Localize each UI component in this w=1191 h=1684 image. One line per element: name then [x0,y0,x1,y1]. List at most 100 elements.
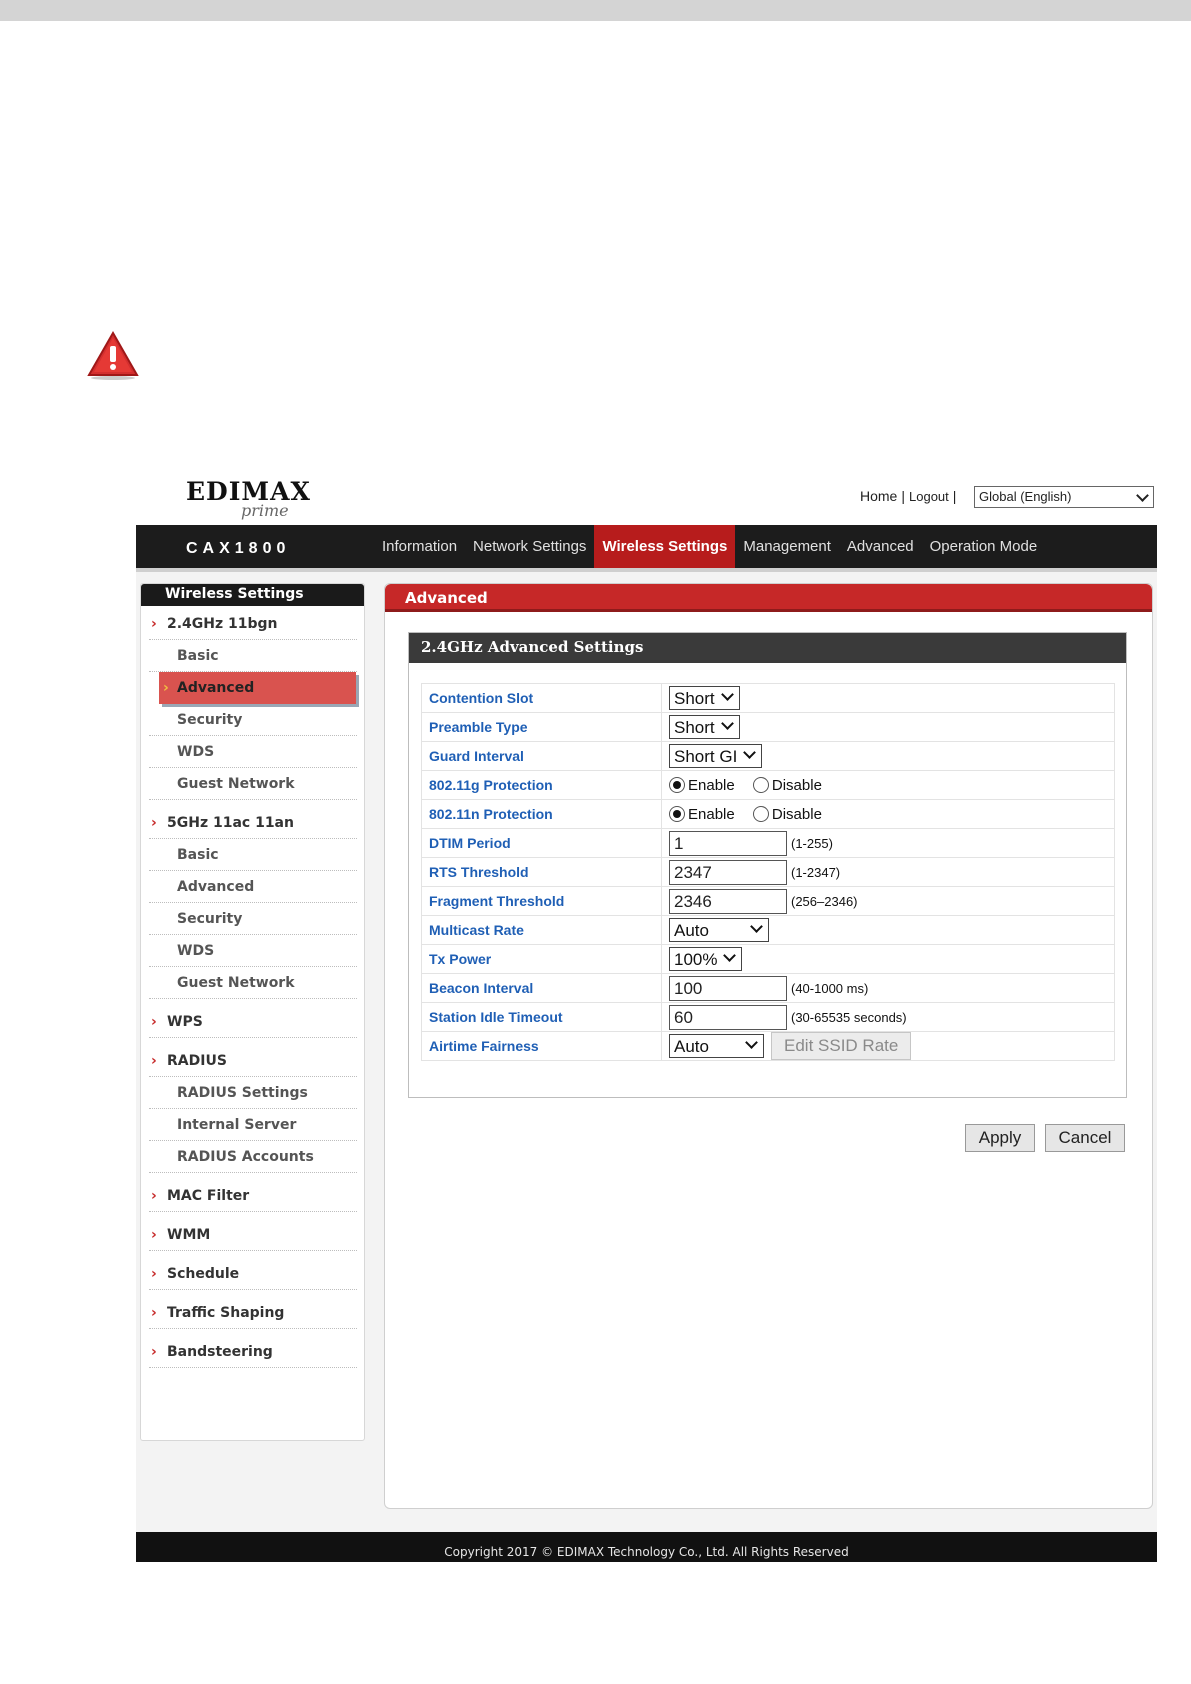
station-idle-timeout-hint: (30-65535 seconds) [791,1009,907,1025]
sidebar-item-security[interactable]: Security [149,903,357,935]
language-select[interactable]: Global (English) [974,486,1154,508]
sidebar: Wireless Settings › 2.4GHz 11bgn Basic › Adv… [140,583,365,1441]
n-protection-disable-radio[interactable] [752,806,769,823]
n-protection-label: 802.11n Protection [421,799,662,829]
select-value: Short [674,689,715,708]
chevron-right-icon: › [151,1227,157,1243]
table-row: Contention Slot Short [421,683,1115,713]
sidebar-item-radius-accounts[interactable]: RADIUS Accounts [149,1141,357,1173]
g-protection-disable-radio[interactable] [752,777,769,794]
sidebar-item-traffic-shaping[interactable]: › Traffic Shaping [149,1297,357,1329]
logout-link[interactable]: Logout [909,489,949,504]
sidebar-title: Wireless Settings [141,584,364,606]
sidebar-item-label: WMM [167,1227,211,1243]
settings-table: Contention Slot Short Preamble Type Shor… [421,683,1115,1061]
sidebar-item-label: Guest Network [177,975,295,991]
radio-label: Enable [688,805,735,823]
model-name: CAX1800 [186,540,291,557]
sidebar-item-wmm[interactable]: › WMM [149,1219,357,1251]
sidebar-item-label: WDS [177,943,215,959]
home-link[interactable]: Home [860,488,897,504]
sidebar-item-label: Schedule [167,1266,240,1282]
sidebar-item-5ghz-11ac-11an[interactable]: › 5GHz 11ac 11an [149,807,357,839]
sidebar-item-bandsteering[interactable]: › Bandsteering [149,1336,357,1368]
beacon-interval-input[interactable]: 100 [669,975,787,1001]
sidebar-item-security[interactable]: Security [149,704,357,736]
sidebar-item-label: Bandsteering [167,1344,273,1360]
sidebar-item-guest-network[interactable]: Guest Network [149,967,357,999]
cancel-button[interactable]: Cancel [1045,1124,1125,1152]
chevron-down-icon [745,1036,758,1049]
sidebar-item-radius[interactable]: › RADIUS [149,1045,357,1077]
table-row: Guard Interval Short GI [421,741,1115,771]
sidebar-item-wds[interactable]: WDS [149,736,357,768]
chevron-right-icon: › [151,1266,157,1282]
panel-title: 2.4GHz Advanced Settings [409,633,1126,663]
chevron-down-icon [720,688,734,701]
edit-ssid-rate-button[interactable]: Edit SSID Rate [771,1032,912,1060]
sidebar-item-advanced[interactable]: › Advanced [159,672,356,704]
sidebar-item-label: Basic [177,648,219,664]
g-protection-enable-radio[interactable] [669,777,685,794]
dtim-period-hint: (1-255) [791,835,833,851]
chevron-right-icon: › [151,815,157,831]
tab-management[interactable]: Management [735,525,839,568]
sidebar-item-label: 5GHz 11ac 11an [167,815,294,831]
rts-threshold-input[interactable]: 2347 [669,859,787,885]
chevron-down-icon [723,949,737,962]
router-admin-screenshot: EDIMAX prime Home | Logout | Global (Englis… [136,475,1157,1562]
tx-power-select[interactable]: 100% [669,947,743,971]
content-title: Advanced [385,584,1152,612]
sidebar-item-guest-network[interactable]: Guest Network [149,768,357,800]
select-value: Auto [674,1037,709,1056]
sidebar-item-schedule[interactable]: › Schedule [149,1258,357,1290]
sidebar-item-wps[interactable]: › WPS [149,1006,357,1038]
table-row: Beacon Interval 100 (40-1000 ms) [421,973,1115,1003]
dtim-period-input[interactable]: 1 [669,830,787,856]
fragment-threshold-input[interactable]: 2346 [669,888,787,914]
sidebar-item-label: Security [177,712,243,728]
table-row: RTS Threshold 2347 (1-2347) [421,857,1115,887]
station-idle-timeout-input[interactable]: 60 [669,1004,787,1030]
sidebar-item-internal-server[interactable]: Internal Server [149,1109,357,1141]
tab-network-settings[interactable]: Network Settings [465,525,594,568]
guard-interval-select[interactable]: Short GI [669,744,763,768]
page-top-band [0,0,1191,21]
sidebar-item-basic[interactable]: Basic [149,839,357,871]
preamble-type-select[interactable]: Short [669,715,740,739]
multicast-rate-label: Multicast Rate [421,915,662,945]
sidebar-item-label: Security [177,911,243,927]
tab-wireless-settings[interactable]: Wireless Settings [594,525,736,568]
sidebar-item-label: Traffic Shaping [167,1305,285,1321]
sidebar-item-label: WDS [177,744,215,760]
sidebar-item-radius-settings[interactable]: RADIUS Settings [149,1077,357,1109]
station-idle-timeout-label: Station Idle Timeout [421,1002,662,1032]
sidebar-item-basic[interactable]: Basic [149,640,357,672]
sidebar-item-mac-filter[interactable]: › MAC Filter [149,1180,357,1212]
contention-slot-select[interactable]: Short [669,686,740,710]
settings-panel: 2.4GHz Advanced Settings Contention Slot… [408,632,1127,1098]
apply-button[interactable]: Apply [965,1124,1035,1152]
table-row: Preamble Type Short [421,712,1115,742]
table-row: 802.11g Protection Enable Disable [421,770,1115,800]
tab-operation-mode[interactable]: Operation Mode [922,525,1046,568]
radio-label: Enable [688,776,735,794]
sidebar-item-2-4ghz-11bgn[interactable]: › 2.4GHz 11bgn [149,608,357,640]
radio-label: Disable [771,805,822,823]
sidebar-item-wds[interactable]: WDS [149,935,357,967]
tab-advanced[interactable]: Advanced [839,525,922,568]
fragment-threshold-label: Fragment Threshold [421,886,662,916]
table-row: Station Idle Timeout 60 (30-65535 seconds… [421,1002,1115,1032]
chevron-right-icon: › [151,1188,157,1204]
chevron-down-icon [750,920,763,933]
tab-information[interactable]: Information [374,525,465,568]
airtime-fairness-select[interactable]: Auto [669,1034,764,1058]
table-row: DTIM Period 1 (1-255) [421,828,1115,858]
n-protection-enable-radio[interactable] [669,806,685,823]
chevron-right-icon: › [163,680,169,696]
sidebar-item-label: Advanced [177,879,255,895]
sidebar-item-advanced[interactable]: Advanced [149,871,357,903]
sidebar-item-label: MAC Filter [167,1188,250,1204]
chevron-down-icon [720,717,734,730]
multicast-rate-select[interactable]: Auto [669,918,769,942]
